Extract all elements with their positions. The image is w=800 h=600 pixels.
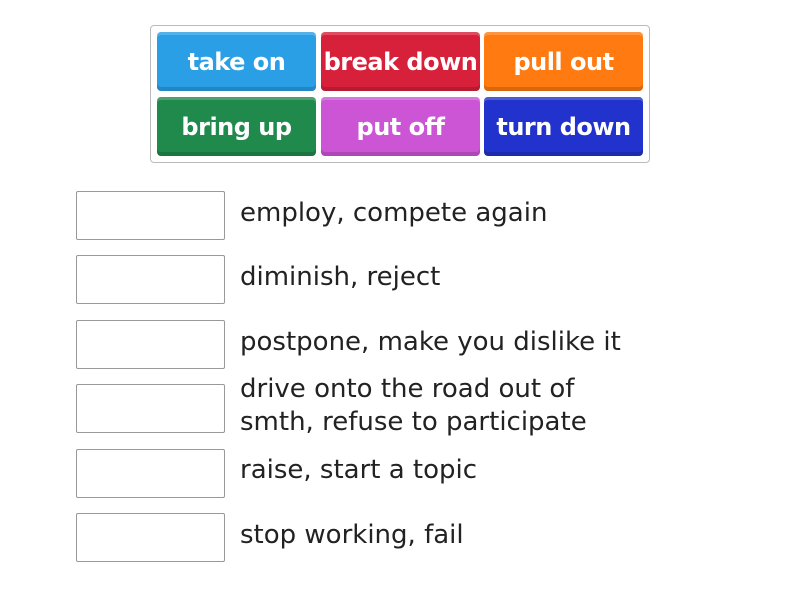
tile-turn-down[interactable]: turn down bbox=[484, 97, 643, 156]
clue-4: drive onto the road out of smth, refuse … bbox=[240, 374, 587, 437]
clue-2: diminish, reject bbox=[240, 262, 441, 292]
tile-take-on[interactable]: take on bbox=[157, 32, 316, 91]
clue-3: postpone, make you dislike it bbox=[240, 327, 621, 357]
tile-pull-out[interactable]: pull out bbox=[484, 32, 643, 91]
drop-box-4[interactable] bbox=[76, 384, 225, 433]
clue-5: raise, start a topic bbox=[240, 455, 478, 485]
drop-box-3[interactable] bbox=[76, 320, 225, 369]
clue-6: stop working, fail bbox=[240, 520, 464, 550]
tile-bring-up[interactable]: bring up bbox=[157, 97, 316, 156]
drop-box-6[interactable] bbox=[76, 513, 225, 562]
drop-box-5[interactable] bbox=[76, 449, 225, 498]
tile-break-down[interactable]: break down bbox=[321, 32, 480, 91]
tile-put-off[interactable]: put off bbox=[321, 97, 480, 156]
clue-1: employ, compete again bbox=[240, 198, 548, 228]
drop-box-1[interactable] bbox=[76, 191, 225, 240]
drop-box-2[interactable] bbox=[76, 255, 225, 304]
